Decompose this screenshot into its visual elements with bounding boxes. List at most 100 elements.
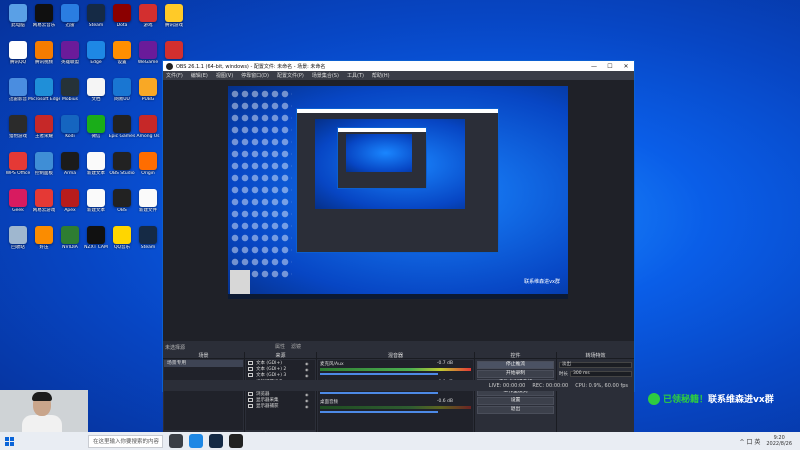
sources-dock-title: 来源 bbox=[245, 352, 316, 359]
sources-dock: 来源 文本 (GDI+)◉文本 (GDI+) 2◉文本 (GDI+) 3◉视频捕… bbox=[245, 352, 317, 440]
duration-label: 时长 bbox=[559, 372, 568, 377]
desktop-app-icon bbox=[61, 4, 79, 22]
desktop-app-icon bbox=[113, 226, 131, 244]
desktop-app-icon bbox=[113, 41, 131, 59]
transition-select[interactable]: 淡出 bbox=[559, 361, 632, 369]
desktop-app-icon bbox=[113, 115, 131, 133]
source-item[interactable]: 文本 (GDI+) 2 ◉ bbox=[246, 366, 315, 372]
steam-taskbar-icon[interactable] bbox=[209, 434, 223, 448]
source-item[interactable]: 浏览器 ◉ bbox=[246, 391, 315, 397]
preview-webcam bbox=[230, 270, 250, 294]
menu-item[interactable]: 配置文件(P) bbox=[277, 72, 304, 79]
visibility-eye-icon[interactable]: ◉ bbox=[305, 367, 315, 372]
desktop-app-icon bbox=[9, 41, 27, 59]
preview-watermark: 联系维森进vx群 bbox=[524, 279, 560, 285]
desktop-app-icon bbox=[9, 4, 27, 22]
tray-icons[interactable]: ^ 口 英 bbox=[740, 437, 761, 446]
menu-item[interactable]: 文件(F) bbox=[166, 72, 183, 79]
desktop-app-icon bbox=[35, 152, 53, 170]
mixer-channel: 桌面音频 -0.6 dB bbox=[320, 399, 471, 417]
source-name: 显示器捕获 bbox=[256, 404, 279, 410]
desktop-app-icon bbox=[35, 4, 53, 22]
nested-obs-window-2 bbox=[337, 127, 427, 189]
maximize-icon[interactable]: ☐ bbox=[602, 63, 618, 70]
desktop-app-icon bbox=[87, 4, 105, 22]
menu-item[interactable]: 场景集合(S) bbox=[312, 72, 339, 79]
clock[interactable]: 9:20 2022/8/26 bbox=[766, 435, 792, 447]
control-button[interactable]: 退出 bbox=[477, 406, 554, 414]
desktop-app-icon bbox=[87, 189, 105, 207]
context-bar: 属性 滤镜 bbox=[275, 342, 395, 351]
scene-item[interactable]: 场景专用 bbox=[164, 360, 243, 367]
mixer-channel: 麦克风/Aux -0.7 dB bbox=[320, 361, 471, 379]
visibility-eye-icon[interactable]: ◉ bbox=[305, 373, 315, 378]
filters-button[interactable]: 滤镜 bbox=[291, 343, 301, 350]
properties-button[interactable]: 属性 bbox=[275, 343, 285, 350]
desktop-icon[interactable]: Steam bbox=[132, 224, 164, 260]
windows-logo-icon bbox=[4, 436, 14, 446]
desktop-app-icon bbox=[165, 4, 183, 22]
duration-input[interactable]: 300 ms bbox=[570, 371, 632, 377]
desktop-app-icon bbox=[87, 41, 105, 59]
desktop-app-icon bbox=[113, 189, 131, 207]
menu-item[interactable]: 帮助(H) bbox=[372, 72, 390, 79]
mixer-dock: 混音器 麦克风/Aux-0.7 dB视频捕获设备0.0 dB桌面音频-0.6 d… bbox=[317, 352, 475, 440]
desktop-app-icon bbox=[113, 78, 131, 96]
scenes-list: 场景专用 bbox=[164, 360, 243, 430]
obs-taskbar-icon[interactable] bbox=[229, 434, 243, 448]
control-button[interactable]: 设置 bbox=[477, 397, 554, 405]
menu-item[interactable]: 停靠窗口(D) bbox=[241, 72, 269, 79]
visibility-eye-icon[interactable]: ◉ bbox=[305, 392, 315, 397]
minimize-icon[interactable]: — bbox=[586, 63, 602, 70]
no-source-label: 未选择源 bbox=[165, 345, 186, 351]
obs-titlebar[interactable]: OBS 26.1.1 (64-bit, windows) - 配置文件: 未命名… bbox=[163, 61, 634, 71]
desktop-app-icon bbox=[87, 152, 105, 170]
taskbar-search[interactable]: 在这里输入你要搜索的内容 bbox=[88, 434, 163, 448]
desktop-app-icon bbox=[9, 189, 27, 207]
visibility-eye-icon[interactable]: ◉ bbox=[305, 398, 315, 403]
desktop-app-icon bbox=[139, 41, 157, 59]
mixer-channel-level: -0.7 dB bbox=[436, 361, 453, 366]
desktop-app-icon bbox=[35, 189, 53, 207]
desktop-icon[interactable]: 新建文件 bbox=[132, 187, 164, 223]
source-item[interactable]: 显示器捕获 ◉ bbox=[246, 403, 315, 409]
desktop-icon-label: 新建文件 bbox=[139, 208, 157, 213]
task-view-icon[interactable] bbox=[169, 434, 183, 448]
desktop-app-icon bbox=[61, 78, 79, 96]
obs-logo-icon bbox=[166, 62, 173, 70]
desktop-app-icon bbox=[61, 226, 79, 244]
clock-date: 2022/8/26 bbox=[766, 441, 792, 447]
desktop-icon-grid: 此电脑 腾讯QQ 迅雷影音 猎豹游戏 WPS Office Geek 回收站 网易云音乐 腾讯视… bbox=[0, 0, 183, 432]
controls-dock-title: 控件 bbox=[475, 352, 556, 359]
desktop-app-icon bbox=[139, 226, 157, 244]
volume-slider[interactable] bbox=[320, 392, 438, 394]
edge-taskbar-icon[interactable] bbox=[189, 434, 203, 448]
transitions-dock: 转场特效 淡出 时长 300 ms bbox=[557, 352, 634, 440]
volume-slider[interactable] bbox=[320, 411, 438, 413]
search-placeholder: 在这里输入你要搜索的内容 bbox=[93, 439, 160, 445]
desktop-app-icon bbox=[87, 226, 105, 244]
source-item[interactable]: 文本 (GDI+) ◉ bbox=[246, 360, 315, 366]
desktop-app-icon bbox=[35, 41, 53, 59]
menu-item[interactable]: 工具(T) bbox=[347, 72, 364, 79]
source-name: 浏览器 bbox=[256, 392, 270, 398]
transition-type[interactable]: 淡出 bbox=[559, 362, 632, 368]
transitions-dock-title: 转场特效 bbox=[557, 352, 634, 359]
visibility-eye-icon[interactable]: ◉ bbox=[305, 404, 315, 409]
desktop-app-icon bbox=[165, 41, 183, 59]
control-button[interactable]: 开始录制 bbox=[477, 370, 554, 378]
source-item[interactable]: 文本 (GDI+) 3 ◉ bbox=[246, 372, 315, 378]
close-icon[interactable]: ✕ bbox=[618, 63, 634, 70]
scenes-dock-title: 场景 bbox=[163, 352, 244, 359]
program-preview[interactable]: 联系维森进vx群 bbox=[228, 86, 568, 299]
start-button[interactable] bbox=[0, 432, 18, 450]
visibility-eye-icon[interactable]: ◉ bbox=[305, 361, 315, 366]
control-button[interactable]: 停止推流 bbox=[477, 361, 554, 369]
obs-window[interactable]: OBS 26.1.1 (64-bit, windows) - 配置文件: 未命名… bbox=[162, 60, 635, 440]
menu-item[interactable]: 编辑(E) bbox=[191, 72, 208, 79]
source-type-icon bbox=[248, 367, 253, 372]
menu-item[interactable]: 视图(V) bbox=[216, 72, 233, 79]
source-item[interactable]: 显示器采集 ◉ bbox=[246, 397, 315, 403]
volume-slider[interactable] bbox=[320, 373, 438, 375]
desktop-icon[interactable]: 腾讯游戏 bbox=[158, 2, 190, 38]
